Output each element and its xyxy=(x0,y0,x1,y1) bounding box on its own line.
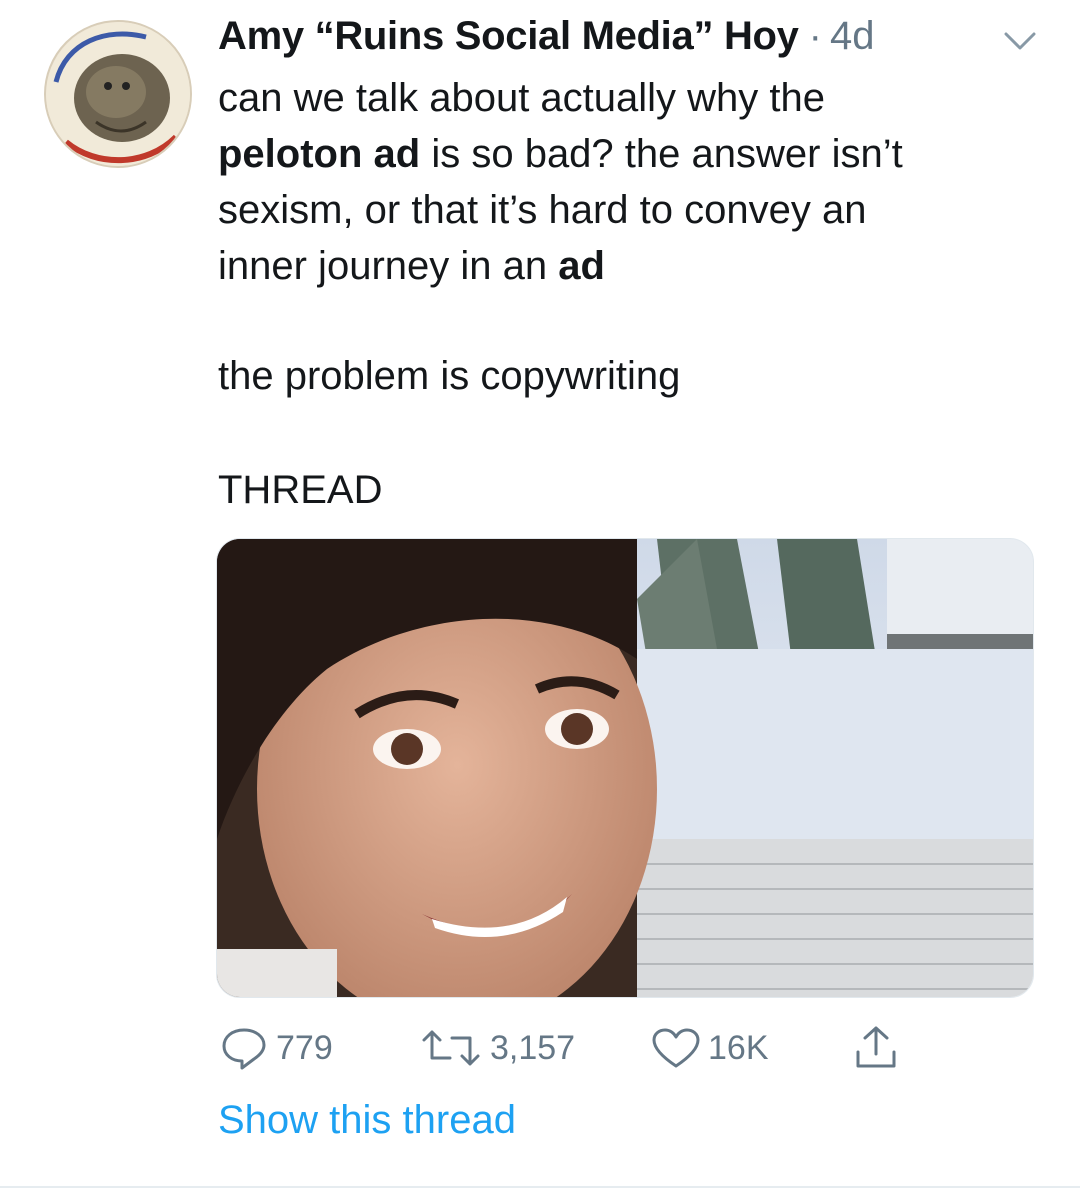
divider xyxy=(0,1186,1080,1188)
header-separator: · xyxy=(808,14,822,58)
tweet-actions: 779 3,157 16K xyxy=(218,1020,1038,1076)
retweet-button[interactable]: 3,157 xyxy=(418,1020,575,1076)
retweet-count: 3,157 xyxy=(490,1028,576,1067)
show-thread-link[interactable]: Show this thread xyxy=(218,1098,516,1143)
tweet-line: can we talk about actually why the xyxy=(218,76,826,120)
share-button[interactable] xyxy=(850,1020,908,1076)
reply-button[interactable]: 779 xyxy=(218,1020,333,1076)
like-icon xyxy=(652,1028,700,1068)
reply-count: 779 xyxy=(276,1028,333,1067)
tweet-paragraph: the problem is copywriting xyxy=(218,354,681,398)
share-icon xyxy=(856,1026,896,1068)
like-count: 16K xyxy=(708,1028,769,1067)
avatar[interactable] xyxy=(44,20,192,168)
tweet[interactable]: Amy “Ruins Social Media” Hoy · 4d can we… xyxy=(0,0,1080,1192)
retweet-icon xyxy=(422,1030,480,1066)
author-name[interactable]: Amy “Ruins Social Media” Hoy xyxy=(218,14,799,59)
bold-phrase: ad xyxy=(558,244,605,288)
tweet-line: sexism, or that it’s hard to convey an xyxy=(218,188,867,232)
tweet-line: inner journey in an ad xyxy=(218,244,605,288)
tweet-line: peloton ad is so bad? the answer isn’t xyxy=(218,132,903,176)
tweet-text: can we talk about actually why the pelot… xyxy=(218,70,1038,518)
bold-phrase: peloton ad xyxy=(218,132,421,176)
chevron-down-icon[interactable] xyxy=(1000,26,1040,54)
like-button[interactable]: 16K xyxy=(650,1020,769,1076)
tweet-paragraph: THREAD xyxy=(218,468,383,512)
tweet-media-image[interactable] xyxy=(216,538,1034,998)
tweet-header: Amy “Ruins Social Media” Hoy · 4d xyxy=(218,14,874,64)
tweet-timestamp[interactable]: 4d xyxy=(830,14,875,59)
reply-icon xyxy=(222,1028,266,1070)
